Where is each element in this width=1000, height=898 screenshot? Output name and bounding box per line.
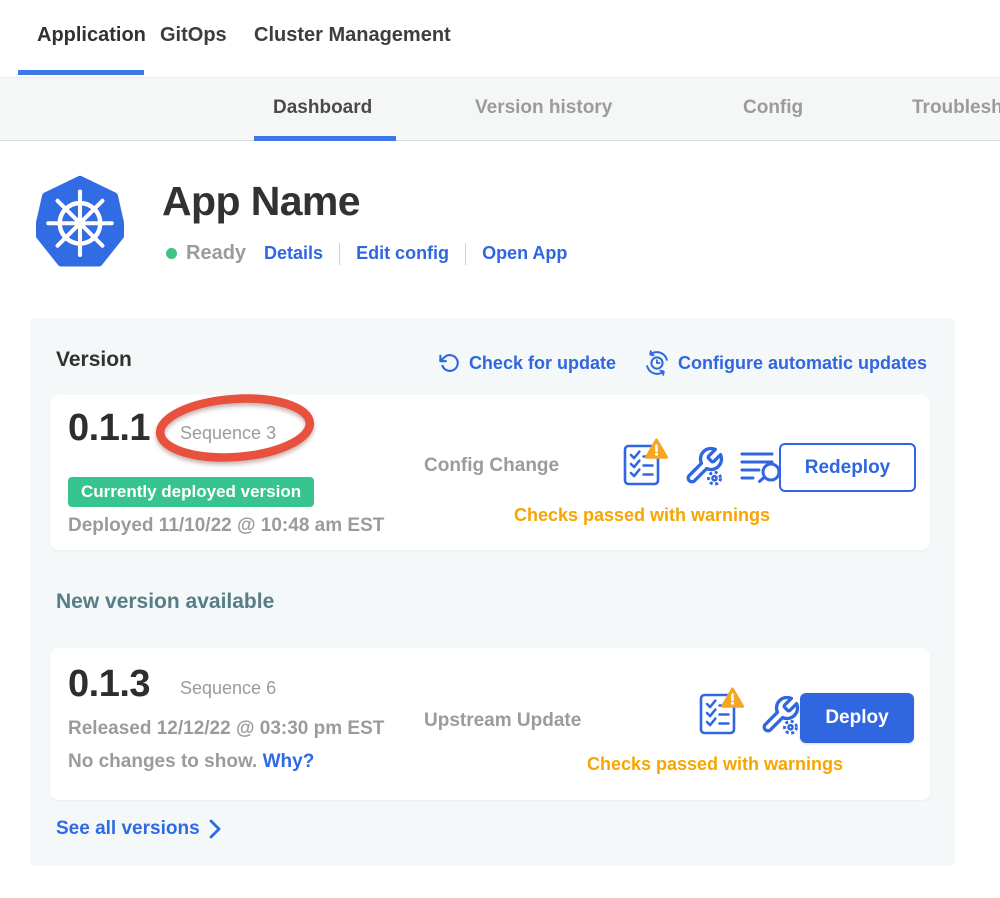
app-sub-navigation: Dashboard Version history Config Trouble… <box>0 77 1000 141</box>
version-source-label: Config Change <box>424 455 559 477</box>
open-app-link[interactable]: Open App <box>482 243 567 264</box>
nav-item-application[interactable]: Application <box>37 24 146 47</box>
current-version-card: 0.1.1 Sequence 3 Currently deployed vers… <box>50 395 930 550</box>
see-all-versions-link[interactable]: See all versions <box>56 818 221 840</box>
no-changes-note: No changes to show. Why? <box>68 751 314 773</box>
clock-sync-icon <box>644 350 670 376</box>
status-ready-dot <box>166 248 177 259</box>
nav-item-cluster-management[interactable]: Cluster Management <box>254 24 451 47</box>
new-version-available-heading: New version available <box>56 590 274 614</box>
available-version-card: 0.1.3 Sequence 6 Released 12/12/22 @ 03:… <box>50 648 930 800</box>
nav-item-gitops[interactable]: GitOps <box>160 24 227 47</box>
version-diff-icon[interactable] <box>740 449 782 483</box>
preflight-checks-warning-icon[interactable] <box>698 686 744 736</box>
tab-version-history[interactable]: Version history <box>475 97 612 119</box>
chevron-right-icon <box>209 819 221 839</box>
tab-config[interactable]: Config <box>743 97 803 119</box>
configure-automatic-updates-label: Configure automatic updates <box>678 353 927 374</box>
available-version-sequence: Sequence 6 <box>180 678 276 699</box>
kubernetes-logo-icon <box>36 175 124 268</box>
status-label: Ready <box>186 242 246 265</box>
edit-config-link[interactable]: Edit config <box>356 243 449 264</box>
tab-troubleshoot[interactable]: Troubleshoot <box>912 97 1000 119</box>
refresh-icon <box>439 352 461 374</box>
see-all-versions-label: See all versions <box>56 818 200 840</box>
config-wrench-gear-icon[interactable] <box>683 445 725 487</box>
check-for-update-link[interactable]: Check for update <box>439 352 616 374</box>
divider <box>465 243 466 265</box>
details-link[interactable]: Details <box>264 243 323 264</box>
checks-status-text: Checks passed with warnings <box>570 754 860 775</box>
currently-deployed-badge: Currently deployed version <box>68 477 314 507</box>
available-version-number: 0.1.3 <box>68 663 150 706</box>
version-source-label: Upstream Update <box>424 710 581 732</box>
active-tab-underline <box>254 136 396 141</box>
preflight-checks-warning-icon[interactable] <box>622 437 668 487</box>
deploy-button[interactable]: Deploy <box>800 693 914 743</box>
current-version-sequence: Sequence 3 <box>180 423 276 444</box>
app-title: App Name <box>162 178 360 225</box>
version-panel-actions: Check for update Configure automatic upd… <box>439 350 927 376</box>
config-wrench-gear-icon[interactable] <box>759 694 801 736</box>
check-for-update-label: Check for update <box>469 353 616 374</box>
current-version-check-icons <box>622 437 782 487</box>
redeploy-button[interactable]: Redeploy <box>779 443 916 492</box>
deployed-timestamp: Deployed 11/10/22 @ 10:48 am EST <box>68 515 384 537</box>
tab-dashboard[interactable]: Dashboard <box>273 97 372 119</box>
current-version-number: 0.1.1 <box>68 407 150 450</box>
no-changes-text: No changes to show. <box>68 751 257 772</box>
configure-automatic-updates-link[interactable]: Configure automatic updates <box>644 350 927 376</box>
version-panel: Version Check for update Configure autom… <box>30 318 955 866</box>
available-version-check-icons <box>698 686 801 736</box>
why-link[interactable]: Why? <box>263 751 315 772</box>
active-nav-underline <box>18 70 144 75</box>
version-panel-title: Version <box>56 348 132 372</box>
released-timestamp: Released 12/12/22 @ 03:30 pm EST <box>68 718 384 740</box>
top-navigation: Application GitOps Cluster Management <box>0 0 1000 77</box>
checks-status-text: Checks passed with warnings <box>492 505 792 526</box>
divider <box>339 243 340 265</box>
app-status-row: Ready Details Edit config Open App <box>166 242 567 265</box>
